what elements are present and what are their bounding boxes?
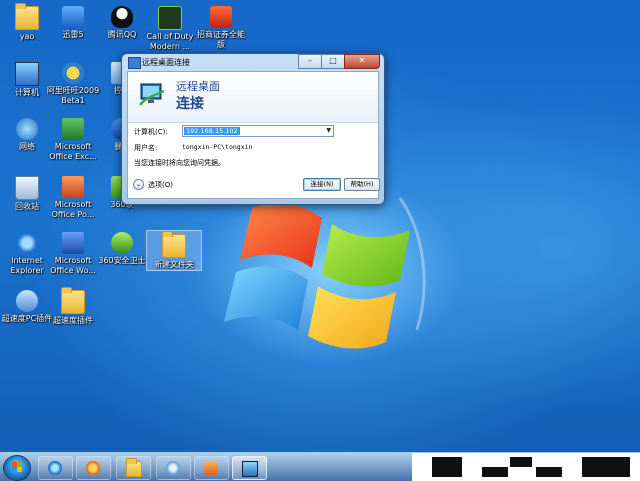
desktop-icon-plugin-2[interactable]: 超速度插件 — [46, 287, 100, 326]
taskbar-internet-explorer[interactable] — [38, 456, 73, 480]
taskbar-remote-desktop[interactable] — [232, 456, 267, 480]
desktop-icon-qq[interactable]: 腾讯QQ — [95, 6, 149, 40]
media-center-icon — [166, 461, 180, 475]
options-toggle[interactable]: ⌄ 选项(O) — [133, 179, 173, 190]
remote-desktop-icon — [128, 57, 141, 69]
icon-label: 迅雷5 — [62, 30, 84, 39]
remote-desktop-icon — [242, 461, 258, 477]
icon-label: 腾讯QQ — [107, 30, 137, 39]
start-button[interactable] — [3, 455, 31, 481]
header-title: 连接 — [176, 96, 204, 112]
network-icon — [16, 118, 38, 140]
window-controls: – □ ✕ — [298, 54, 380, 69]
dialog-header: 远程桌面 连接 — [128, 72, 378, 123]
computer-icon — [15, 62, 39, 86]
username-label: 用户名: — [134, 144, 158, 152]
computer-combobox[interactable]: 192.168.15.102 ▼ — [182, 125, 334, 137]
minimize-button[interactable]: – — [298, 54, 322, 69]
tray-block — [582, 457, 630, 477]
folder-icon — [61, 287, 85, 314]
computer-label: 计算机(C): — [134, 128, 168, 136]
icon-label: 新建文件夹 — [154, 260, 194, 269]
credentials-note: 当您连接时将向您询问凭据。 — [134, 159, 225, 167]
windows-logo — [224, 197, 426, 349]
icon-label: Microsoft Office Wo... — [50, 256, 96, 275]
icon-label: 360安全卫士 — [98, 256, 146, 265]
desktop-icon-xunlei[interactable]: 迅雷5 — [46, 6, 100, 40]
windows-flag-icon — [12, 462, 22, 472]
powerpoint-icon — [62, 176, 84, 198]
stock-app-icon — [210, 6, 232, 28]
icon-label: Microsoft Office Exc... — [49, 142, 97, 161]
remote-computer-icon — [139, 83, 165, 106]
desktop-icon-360safe[interactable]: 360安全卫士 — [95, 232, 149, 266]
folder-icon — [15, 3, 39, 30]
desktop-icon-aliwangwang[interactable]: 阿里旺旺2009 Beta1 — [46, 62, 100, 106]
tray-block — [510, 457, 532, 467]
qq-penguin-icon — [111, 6, 133, 28]
desktop-icon-zhaoshang[interactable]: 招商证券全能版 — [194, 6, 248, 50]
icon-label: 阿里旺旺2009 Beta1 — [46, 86, 100, 105]
taskbar — [0, 452, 640, 481]
dialog-titlebar[interactable]: 远程桌面连接 – □ ✕ — [122, 54, 384, 70]
folder-icon — [126, 458, 142, 477]
plugin-icon — [16, 290, 38, 312]
camera-icon — [204, 461, 218, 475]
desktop-icon-call-of-duty[interactable]: Call of Duty Modern ... — [143, 6, 197, 52]
internet-explorer-icon — [48, 461, 62, 475]
help-button[interactable]: 帮助(H) — [344, 178, 380, 191]
dropdown-arrow-icon[interactable]: ▼ — [326, 126, 331, 136]
icon-label: Microsoft Office Po... — [51, 200, 95, 219]
media-player-icon — [86, 461, 100, 475]
close-button[interactable]: ✕ — [344, 54, 380, 69]
excel-icon — [62, 118, 84, 140]
icon-label: Call of Duty Modern ... — [146, 32, 194, 51]
taskbar-media-player[interactable] — [76, 456, 111, 480]
desktop[interactable]: yao 迅雷5 腾讯QQ Call of Duty Modern ... 招商证… — [0, 0, 640, 452]
game-icon — [158, 6, 182, 30]
word-icon — [62, 232, 84, 254]
header-subtitle: 远程桌面 — [176, 80, 220, 93]
computer-value[interactable]: 192.168.15.102 — [184, 127, 240, 135]
dialog-title: 远程桌面连接 — [142, 58, 190, 67]
remote-desktop-dialog[interactable]: 远程桌面连接 – □ ✕ 远程桌面 连接 计算机(C): 192.168.15.… — [121, 53, 385, 205]
desktop-icon-word[interactable]: Microsoft Office Wo... — [46, 232, 100, 276]
xunlei-icon — [62, 6, 84, 28]
notification-area — [412, 453, 640, 481]
desktop-icon-powerpoint[interactable]: Microsoft Office Po... — [46, 176, 100, 220]
icon-label: 超速度插件 — [53, 316, 93, 325]
maximize-button[interactable]: □ — [321, 54, 345, 69]
recycle-bin-icon — [15, 176, 39, 200]
folder-icon — [162, 231, 186, 258]
internet-explorer-icon — [16, 232, 38, 254]
chevron-down-icon[interactable]: ⌄ — [133, 179, 144, 190]
username-value: tongxin-PC\tongxin — [182, 143, 253, 151]
360-safe-icon — [111, 232, 133, 254]
tray-block — [482, 467, 508, 477]
desktop-icon-new-folder[interactable]: 新建文件夹 — [146, 230, 202, 271]
aliwangwang-icon — [62, 62, 84, 84]
tray-block — [536, 467, 562, 477]
desktop-icon-excel[interactable]: Microsoft Office Exc... — [46, 118, 100, 162]
tray-block — [432, 457, 462, 477]
connect-button[interactable]: 连接(N) — [303, 178, 341, 191]
taskbar-camera-app[interactable] — [194, 456, 229, 480]
options-label: 选项(O) — [148, 180, 173, 189]
taskbar-file-explorer[interactable] — [116, 456, 151, 480]
dialog-body: 远程桌面 连接 计算机(C): 192.168.15.102 ▼ 用户名: to… — [127, 71, 380, 199]
icon-label: 招商证券全能版 — [197, 30, 245, 49]
taskbar-media-center[interactable] — [156, 456, 191, 480]
